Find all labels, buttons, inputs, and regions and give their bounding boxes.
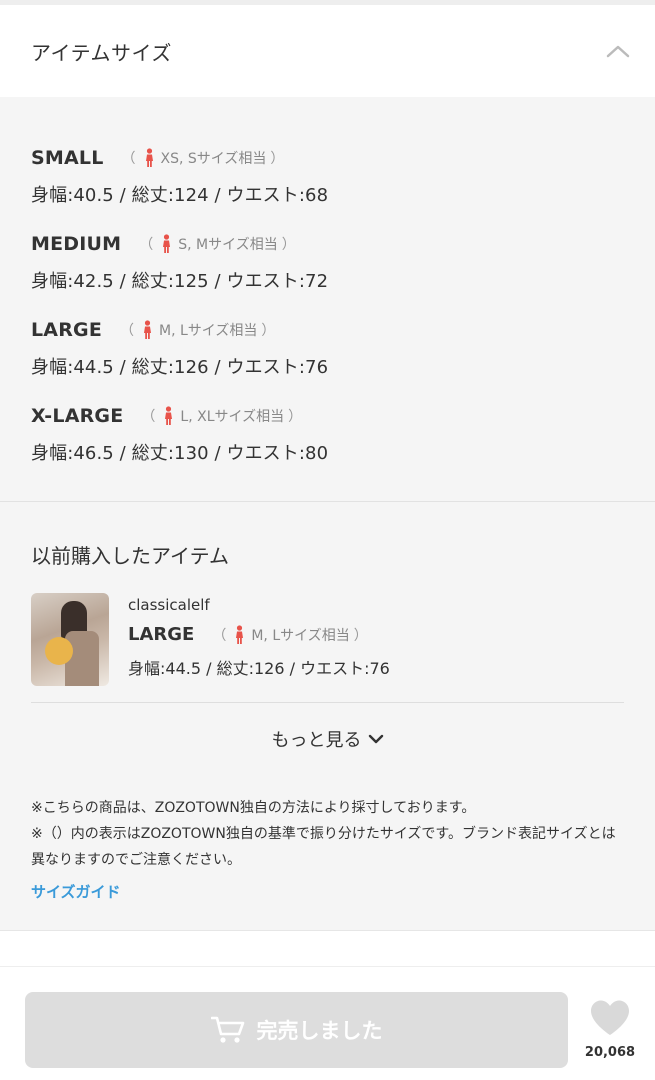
item-thumbnail[interactable] [31, 593, 109, 686]
person-icon [163, 234, 171, 253]
chevron-down-icon [368, 734, 383, 744]
size-guide-link[interactable]: サイズガイド [31, 879, 121, 905]
heart-icon [591, 1000, 629, 1035]
size-row: MEDIUM （ S, Mサイズ相当 ） 身幅:42.5 / 総丈:125 / … [31, 231, 624, 317]
person-icon [165, 406, 173, 425]
person-icon [144, 320, 152, 339]
note-line: ※こちらの商品は、ZOZOTOWN独自の方法により採寸しております。 [31, 800, 476, 816]
size-equivalent: （ M, Lサイズ相当 ） [116, 320, 279, 340]
size-measurements: 身幅:42.5 / 総丈:125 / ウエスト:72 [31, 271, 329, 292]
size-row: LARGE （ M, Lサイズ相当 ） 身幅:44.5 / 総丈:126 / ウ… [31, 317, 624, 403]
size-row: X-LARGE （ L, XLサイズ相当 ） 身幅:46.5 / 総丈:130 … [31, 403, 624, 489]
size-row: SMALL （ XS, Sサイズ相当 ） 身幅:40.5 / 総丈:124 / … [31, 145, 624, 231]
previous-purchase-section: 以前購入したアイテム classicalelf LARGE （ M, Lサイズ相… [0, 502, 655, 775]
item-size: LARGE [128, 624, 195, 645]
person-icon [145, 148, 153, 167]
previous-purchase-title: 以前購入したアイテム [31, 544, 229, 568]
show-more-label: もっと見る [271, 730, 362, 751]
item-measurements: 身幅:44.5 / 総丈:126 / ウエスト:76 [128, 659, 390, 678]
favorite-button[interactable]: 20,068 [580, 999, 640, 1060]
note-line: ※（）内の表示はZOZOTOWN独自の基準で振り分けたサイズです。ブランド表記サ… [31, 826, 616, 868]
size-name: X-LARGE [31, 405, 124, 427]
size-name: SMALL [31, 147, 104, 169]
favorite-count: 20,068 [584, 1045, 636, 1060]
cart-icon [210, 1016, 244, 1043]
size-equivalent: （ S, Mサイズ相当 ） [135, 234, 299, 254]
size-name: MEDIUM [31, 233, 122, 255]
size-list: SMALL （ XS, Sサイズ相当 ） 身幅:40.5 / 総丈:124 / … [0, 97, 655, 489]
size-equivalent: （ XS, Sサイズ相当 ） [118, 148, 289, 168]
section-title: アイテムサイズ [31, 40, 172, 65]
size-equivalent: （ M, Lサイズ相当 ） [208, 624, 371, 645]
size-name: LARGE [31, 319, 103, 341]
size-notes: ※こちらの商品は、ZOZOTOWN独自の方法により採寸しております。 ※（）内の… [0, 775, 655, 906]
sold-out-label: 完売しました [256, 1019, 383, 1043]
bottom-action-bar: 完売しました 20,068 [0, 966, 655, 1080]
item-brand: classicalelf [128, 596, 210, 614]
item-size-header[interactable]: アイテムサイズ [0, 5, 655, 97]
previous-item[interactable]: classicalelf LARGE （ M, Lサイズ相当 ） 身幅:44.5… [31, 593, 624, 686]
show-more-button[interactable]: もっと見る [31, 703, 624, 775]
size-equivalent: （ L, XLサイズ相当 ） [137, 406, 306, 426]
size-measurements: 身幅:46.5 / 総丈:130 / ウエスト:80 [31, 443, 329, 464]
size-measurements: 身幅:40.5 / 総丈:124 / ウエスト:68 [31, 185, 329, 206]
chevron-up-icon[interactable] [605, 38, 631, 64]
person-icon [236, 624, 244, 644]
size-measurements: 身幅:44.5 / 総丈:126 / ウエスト:76 [31, 357, 329, 378]
sold-out-button[interactable]: 完売しました [25, 992, 568, 1068]
